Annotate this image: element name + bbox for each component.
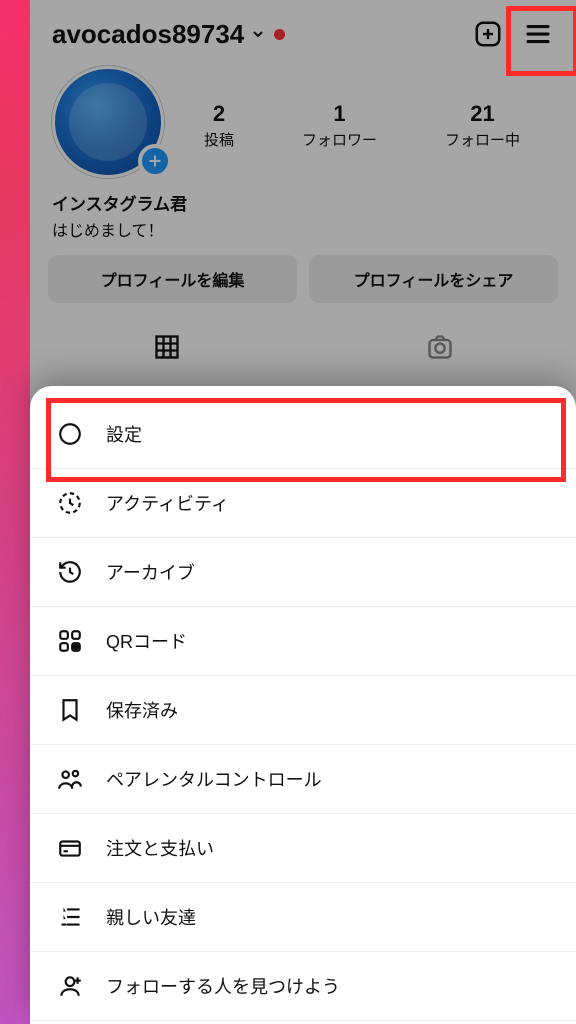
tab-grid[interactable] <box>30 323 303 371</box>
menu-item-close-friends[interactable]: 親しい友達 <box>30 883 576 952</box>
card-icon <box>56 834 84 862</box>
stat-following[interactable]: 21 フォロー中 <box>445 101 520 150</box>
display-name: インスタグラム君 <box>52 190 554 215</box>
bookmark-icon <box>56 696 84 724</box>
menu-label: フォローする人を見つけよう <box>106 973 340 999</box>
username-text: avocados89734 <box>52 19 244 50</box>
highlight-hamburger <box>506 6 576 76</box>
menu-item-saved[interactable]: 保存済み <box>30 676 576 745</box>
menu-label: アーカイブ <box>106 559 195 585</box>
menu-item-discover[interactable]: フォローする人を見つけよう <box>30 952 576 1021</box>
menu-item-parental[interactable]: ペアレンタルコントロール <box>30 745 576 814</box>
parental-icon <box>56 765 84 793</box>
menu-label: QRコード <box>106 628 187 654</box>
create-button[interactable] <box>468 14 508 54</box>
share-profile-button[interactable]: プロフィールをシェア <box>309 255 558 303</box>
profile-header: avocados89734 <box>30 0 576 62</box>
stat-posts[interactable]: 2 投稿 <box>204 101 234 150</box>
add-story-badge[interactable] <box>138 144 172 178</box>
close-friends-icon <box>56 903 84 931</box>
chevron-down-icon <box>250 26 266 42</box>
menu-label: 親しい友達 <box>106 904 196 930</box>
activity-icon <box>56 489 84 517</box>
profile-row: 2 投稿 1 フォロワー 21 フォロー中 <box>30 62 576 184</box>
menu-item-qr[interactable]: QRコード <box>30 607 576 676</box>
app-frame: avocados89734 <box>0 0 576 1024</box>
notification-dot-icon <box>274 29 285 40</box>
profile-buttons: プロフィールを編集 プロフィールをシェア <box>30 255 576 303</box>
highlight-settings <box>46 398 566 482</box>
stats: 2 投稿 1 フォロワー 21 フォロー中 <box>170 101 554 150</box>
discover-people-icon <box>56 972 84 1000</box>
avatar-wrap[interactable] <box>52 66 170 184</box>
edit-profile-button[interactable]: プロフィールを編集 <box>48 255 297 303</box>
qr-icon <box>56 627 84 655</box>
tab-tagged[interactable] <box>303 323 576 371</box>
menu-label: 注文と支払い <box>106 835 214 861</box>
archive-icon <box>56 558 84 586</box>
menu-label: 保存済み <box>106 697 178 723</box>
profile-tabs <box>30 323 576 371</box>
menu-label: アクティビティ <box>106 490 229 516</box>
username-switcher[interactable]: avocados89734 <box>52 19 285 50</box>
menu-label: ペアレンタルコントロール <box>106 766 322 792</box>
menu-item-archive[interactable]: アーカイブ <box>30 538 576 607</box>
menu-item-orders[interactable]: 注文と支払い <box>30 814 576 883</box>
bio: インスタグラム君 はじめまして！ <box>30 184 576 255</box>
bio-text: はじめまして！ <box>52 217 554 241</box>
stat-followers[interactable]: 1 フォロワー <box>302 101 377 150</box>
